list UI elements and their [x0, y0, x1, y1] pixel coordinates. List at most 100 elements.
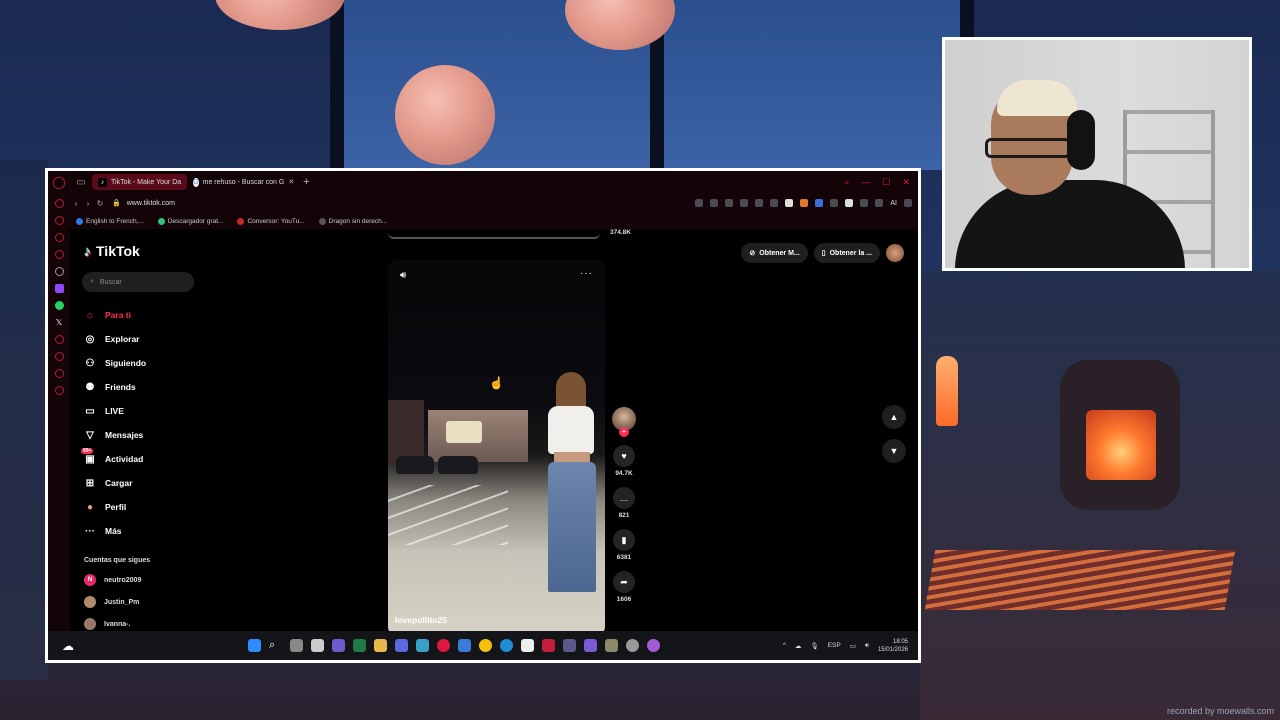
nav-item-actividad[interactable]: ▣ 99+ Actividad [81, 447, 146, 471]
app-icon[interactable] [521, 639, 534, 652]
file-explorer-icon[interactable] [374, 639, 387, 652]
extension-icon[interactable] [800, 199, 809, 207]
x-twitter-icon[interactable]: 𝕏 [55, 318, 64, 327]
app-icon[interactable] [458, 639, 471, 652]
sidebar-cube-icon[interactable] [54, 369, 64, 378]
opera-icon[interactable] [437, 639, 450, 652]
shield-icon[interactable] [725, 199, 734, 207]
app-icon[interactable] [542, 639, 555, 652]
discord-icon[interactable] [584, 639, 597, 652]
follow-plus-icon[interactable]: + [619, 427, 629, 437]
clock[interactable]: 18:05 15/01/2026 [878, 638, 908, 654]
aria-ai-button[interactable]: AI [890, 200, 897, 207]
onedrive-icon[interactable]: ☁ [795, 642, 802, 650]
bookmark-item[interactable]: Conversor: YouTu... [237, 217, 305, 225]
profile-icon[interactable] [845, 199, 854, 207]
nav-item-live[interactable]: ▭ LIVE [84, 399, 146, 423]
bookmark-item[interactable]: Dragon sin derech... [318, 217, 387, 225]
nav-item-mensajes[interactable]: ▽ Mensajes [84, 423, 146, 447]
nav-item-explorar[interactable]: ◎ Explorar [84, 327, 146, 351]
tab-google-search[interactable]: G me rehuso - Buscar con G ✕ [187, 174, 297, 190]
search-tabs-icon[interactable]: ⌕ [844, 177, 849, 188]
video-player[interactable]: 🔊︎ ··· lovepollito25 [388, 260, 605, 631]
following-account[interactable]: Justin_Pm [84, 595, 141, 609]
sidebar-music-icon[interactable] [54, 335, 64, 344]
excel-icon[interactable] [353, 639, 366, 652]
sidebar-messenger-icon[interactable] [54, 250, 64, 259]
user-avatar[interactable] [886, 244, 904, 262]
nav-item-siguiendo[interactable]: ⚇ Siguiendo [84, 351, 147, 375]
edge-icon[interactable] [500, 639, 513, 652]
chevron-up-icon[interactable]: ^ [783, 642, 786, 649]
snapshot-icon[interactable] [710, 199, 719, 207]
nav-item-para-ti[interactable]: ⌂ Para ti [84, 303, 146, 327]
sidebar-settings-icon[interactable] [54, 267, 64, 276]
sidebar-gear-icon[interactable] [54, 386, 64, 395]
search-input[interactable]: ⌕ Buscar [82, 272, 194, 292]
app-icon[interactable] [563, 639, 576, 652]
heart-icon[interactable] [770, 199, 779, 207]
reload-icon[interactable]: ↻ [94, 199, 106, 208]
menu-icon[interactable] [904, 199, 912, 207]
close-window-icon[interactable]: ✕ [902, 177, 910, 188]
microphone-icon[interactable]: 🎙︎ [810, 642, 818, 650]
play-icon[interactable] [755, 199, 764, 207]
app-icon[interactable] [647, 639, 660, 652]
app-icon[interactable] [332, 639, 345, 652]
nav-item-perfil[interactable]: ● Perfil [84, 495, 146, 519]
volume-icon[interactable]: 🔊︎ [400, 270, 406, 281]
app-icon[interactable] [395, 639, 408, 652]
close-tab-icon[interactable]: ✕ [288, 178, 294, 186]
nav-item-friends[interactable]: ⚉ Friends [84, 375, 146, 399]
task-view-icon[interactable] [290, 639, 303, 652]
app-icon[interactable] [605, 639, 618, 652]
following-account[interactable]: N neutro2009 [84, 573, 141, 587]
creator-avatar[interactable]: + [612, 407, 636, 437]
sidebar-aria-icon[interactable] [54, 199, 64, 208]
volume-icon[interactable]: 🔊︎ [865, 642, 869, 650]
chrome-icon[interactable] [479, 639, 492, 652]
get-app-button[interactable]: ▯ Obtener la ... [813, 243, 880, 263]
sidebar-history-icon[interactable] [54, 233, 64, 242]
new-tab-button[interactable]: + [297, 176, 315, 188]
settings-icon[interactable] [626, 639, 639, 652]
weather-icon[interactable]: ☁ [48, 639, 88, 653]
extension-icon[interactable] [785, 199, 794, 207]
comment-button[interactable]: … [613, 487, 635, 509]
whatsapp-icon[interactable] [54, 301, 64, 310]
nav-item-mas[interactable]: ··· Más [84, 519, 146, 543]
next-video-button[interactable]: ▼ [882, 439, 906, 463]
app-icon[interactable] [311, 639, 324, 652]
following-account[interactable]: Ivanna-. [84, 617, 141, 631]
language-indicator[interactable]: ESP [828, 642, 841, 649]
heart-outline-icon[interactable] [875, 199, 884, 207]
download-icon[interactable] [860, 199, 869, 207]
twitch-icon[interactable] [54, 284, 64, 293]
tiktok-logo[interactable]: ♪ TikTok [84, 243, 140, 259]
tab-tiktok[interactable]: ♪ TikTok - Make Your Da [92, 174, 188, 190]
pin-icon[interactable] [695, 199, 704, 207]
sidebar-bookmark-icon[interactable] [54, 216, 64, 225]
nav-item-cargar[interactable]: ⊞ Cargar [84, 471, 146, 495]
forward-icon[interactable]: › [82, 199, 94, 208]
minimize-icon[interactable]: — [861, 177, 870, 188]
bookmark-item[interactable]: Descargador grat... [157, 217, 223, 225]
translate-icon[interactable] [740, 199, 749, 207]
network-icon[interactable]: ▭ [850, 642, 856, 650]
previous-video-button[interactable]: ▲ [882, 405, 906, 429]
get-coins-button[interactable]: ⊘ Obtener M... [741, 243, 808, 263]
save-button[interactable]: ▮ [613, 529, 635, 551]
opera-logo-icon[interactable]: ◯ [48, 175, 70, 189]
more-options-icon[interactable]: ··· [580, 268, 593, 279]
start-icon[interactable] [248, 639, 261, 652]
extension-icon[interactable] [815, 199, 824, 207]
bookmark-item[interactable]: English to French,... [76, 217, 144, 225]
url-field[interactable]: www.tiktok.com [127, 200, 175, 207]
app-icon[interactable] [416, 639, 429, 652]
video-author[interactable]: lovepollito25 [395, 615, 447, 625]
back-icon[interactable]: ‹ [70, 199, 82, 208]
sidebar-clock-icon[interactable] [54, 352, 64, 361]
maximize-icon[interactable]: ☐ [882, 177, 890, 188]
search-icon[interactable]: ⌕ [269, 639, 282, 652]
puzzle-icon[interactable] [830, 199, 839, 207]
